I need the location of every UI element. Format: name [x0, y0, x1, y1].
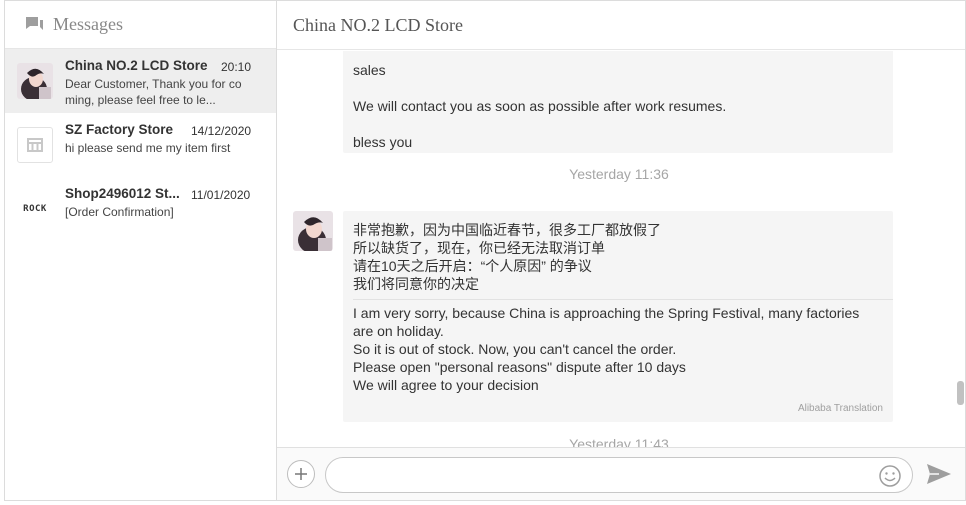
translation-divider [353, 299, 893, 300]
chat-bubbles-icon [26, 16, 43, 30]
conversation-name: Shop2496012 St... [65, 186, 180, 201]
conversation-item-china-no2-lcd-store[interactable]: China NO.2 LCD Store 20:10 Dear Customer… [5, 49, 276, 113]
conversation-time: 20:10 [221, 60, 252, 74]
message-text: We will contact you as soon as possible … [353, 98, 727, 114]
message-translated-text: So it is out of stock. Now, you can't ca… [353, 341, 677, 357]
store-icon [17, 127, 53, 163]
message-input[interactable] [340, 466, 860, 486]
message-original-text: 我们将同意你的决定 [353, 276, 479, 292]
message-input-wrapper [325, 457, 913, 493]
add-attachment-button[interactable] [287, 460, 315, 488]
conversation-preview: Dear Customer, Thank you for co ming, pl… [65, 77, 242, 107]
conversation-name: SZ Factory Store [65, 122, 174, 137]
conversation-item-shop2496012[interactable]: ROCK Shop2496012 St... 11/01/2020 [Order… [5, 177, 276, 241]
sidebar-title: Messages [53, 14, 123, 34]
scrollbar-thumb[interactable] [957, 381, 964, 405]
message-translated-text: Please open "personal reasons" dispute a… [353, 359, 686, 375]
message-list[interactable]: sales We will contact you as soon as pos… [277, 51, 965, 447]
message-translated-text: We will agree to your decision [353, 377, 539, 393]
conversation-preview: [Order Confirmation] [65, 205, 174, 219]
translation-attribution: Alibaba Translation [797, 403, 883, 414]
message-translated-text: are on holiday. [353, 323, 444, 339]
message-bubble: sales We will contact you as soon as pos… [343, 51, 893, 153]
plus-icon [295, 468, 307, 480]
timestamp-separator: Yesterday 11:43 [569, 436, 669, 447]
conversation-sidebar: Messages China NO.2 LCD Store 20:10 Dear… [5, 1, 277, 500]
conversation-name: China NO.2 LCD Store [65, 58, 208, 73]
conversation-item-sz-factory-store[interactable]: SZ Factory Store 14/12/2020 hi please se… [5, 113, 276, 177]
avatar [17, 63, 53, 99]
avatar: ROCK [17, 191, 53, 227]
chat-panel: China NO.2 LCD Store sales We will conta… [277, 1, 965, 500]
message-composer [277, 447, 965, 500]
avatar [293, 211, 333, 251]
message-original-text: 非常抱歉，因为中国临近春节，很多工厂都放假了 [353, 222, 661, 238]
conversation-time: 14/12/2020 [191, 124, 252, 138]
store-logo: ROCK [23, 204, 47, 214]
message-original-text: 所以缺货了，现在，你已经无法取消订单 [353, 240, 605, 256]
message-original-text: 请在10天之后开启：“个人原因” 的争议 [353, 258, 592, 274]
message-translated-text: I am very sorry, because China is approa… [353, 305, 860, 321]
message-bubble: 非常抱歉，因为中国临近春节，很多工厂都放假了 所以缺货了，现在，你已经无法取消订… [343, 211, 893, 422]
message-text: bless you [353, 134, 413, 150]
conversation-preview: hi please send me my item first [65, 141, 231, 155]
chat-title: China NO.2 LCD Store [293, 14, 463, 35]
smiley-icon[interactable] [878, 464, 902, 488]
sidebar-header: Messages [5, 1, 276, 49]
timestamp-separator: Yesterday 11:36 [569, 166, 669, 182]
chat-header: China NO.2 LCD Store [277, 1, 965, 50]
conversation-time: 11/01/2020 [191, 188, 251, 202]
message-text: sales [353, 62, 386, 78]
paper-plane-icon[interactable] [925, 462, 953, 486]
messenger-window: Messages China NO.2 LCD Store 20:10 Dear… [4, 0, 966, 501]
